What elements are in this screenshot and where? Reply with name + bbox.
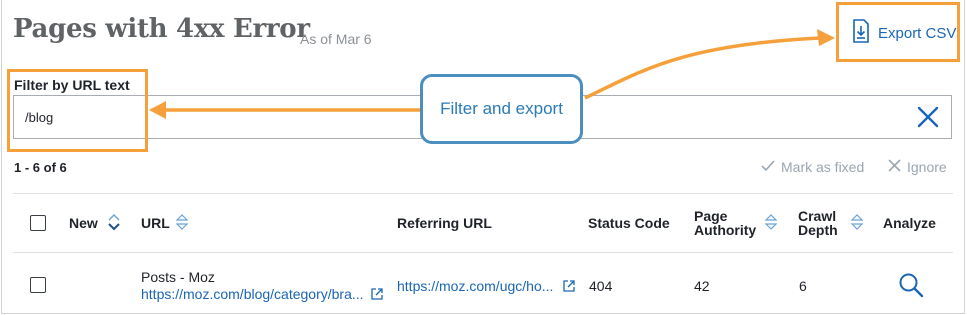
- sort-icon[interactable]: [175, 213, 189, 231]
- row-referring-url-link[interactable]: https://moz.com/ugc/ho...: [397, 278, 553, 294]
- results-count: 1 - 6 of 6: [14, 160, 67, 175]
- column-header-new[interactable]: New: [69, 215, 98, 231]
- sort-icon[interactable]: [850, 213, 864, 231]
- column-header-status-code: Status Code: [588, 215, 670, 231]
- annotation-text: Filter and export: [440, 99, 563, 118]
- row-page-authority: 42: [694, 278, 710, 294]
- annotation-callout: Filter and export: [420, 74, 583, 144]
- column-header-referring-url: Referring URL: [397, 215, 492, 231]
- column-header-analyze: Analyze: [883, 215, 936, 231]
- external-link-icon[interactable]: [563, 279, 575, 292]
- column-header-page-authority-line2: Authority: [694, 222, 757, 238]
- divider: [13, 252, 953, 253]
- sort-active-icon[interactable]: [108, 213, 120, 231]
- divider: [13, 193, 953, 194]
- row-url-link[interactable]: https://moz.com/blog/category/bra...: [141, 286, 364, 302]
- mark-as-fixed-button[interactable]: Mark as fixed: [761, 159, 864, 175]
- row-status-code: 404: [589, 278, 613, 294]
- row-page-title: Posts - Moz: [141, 269, 215, 285]
- check-icon: [761, 159, 775, 175]
- column-header-page-authority-line1: Page: [694, 208, 728, 224]
- ignore-label: Ignore: [907, 159, 947, 175]
- ignore-button[interactable]: Ignore: [888, 159, 947, 175]
- analyze-search-icon[interactable]: [898, 272, 924, 298]
- row-crawl-depth: 6: [799, 278, 807, 294]
- column-header-crawl-depth-line1: Crawl: [798, 208, 837, 224]
- select-all-checkbox[interactable]: [30, 215, 46, 231]
- x-icon: [888, 159, 901, 175]
- sort-icon[interactable]: [764, 213, 778, 231]
- column-header-crawl-depth-line2: Depth: [798, 222, 838, 238]
- mark-as-fixed-label: Mark as fixed: [781, 159, 865, 175]
- column-header-crawl-depth[interactable]: Crawl Depth: [798, 209, 838, 237]
- row-checkbox[interactable]: [30, 277, 46, 293]
- column-header-page-authority[interactable]: Page Authority: [694, 209, 756, 237]
- external-link-icon[interactable]: [371, 287, 383, 300]
- annotation-arrows: [149, 29, 835, 119]
- column-header-url[interactable]: URL: [141, 215, 170, 231]
